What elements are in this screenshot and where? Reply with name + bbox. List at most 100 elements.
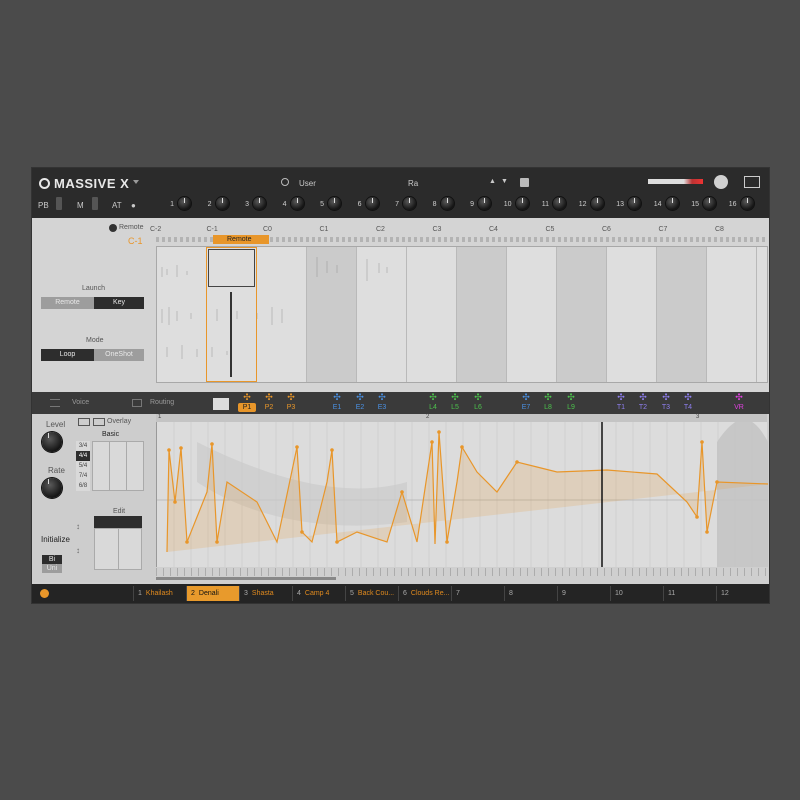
mod-drag-icon[interactable]: ✣ — [238, 393, 256, 402]
key-zone-grid[interactable] — [156, 246, 768, 383]
mod-slot-l5[interactable]: ✣ L5 — [446, 393, 464, 412]
remote-power-icon[interactable] — [109, 224, 117, 232]
macro-knob-3[interactable] — [253, 197, 266, 210]
mod-drag-icon[interactable]: ✣ — [634, 393, 652, 402]
snapshot-slot-1[interactable]: 1 Khailash — [133, 586, 186, 601]
snapshot-slot-6[interactable]: 6 Clouds Re... — [398, 586, 451, 601]
bipolar-button[interactable]: Bi — [42, 555, 62, 564]
search-icon[interactable] — [281, 178, 289, 186]
mod-slot-l8[interactable]: ✣ L8 — [539, 393, 557, 412]
mod-slot-l6[interactable]: ✣ L6 — [469, 393, 487, 412]
time-signature-4-4[interactable]: 4/4 — [76, 451, 90, 461]
mod-drag-icon[interactable]: ✣ — [282, 393, 300, 402]
mod-slot-t2[interactable]: ✣ T2 — [634, 393, 652, 412]
snapshot-slot-8[interactable]: 8 — [504, 586, 557, 601]
tab-routing[interactable]: Routing — [150, 399, 174, 406]
performer-graph[interactable] — [156, 419, 769, 567]
snapshot-slot-4[interactable]: 4 Camp 4 — [292, 586, 345, 601]
mod-slot-p1[interactable]: ✣ P1 — [238, 393, 256, 412]
note-value-grid[interactable] — [92, 441, 144, 491]
mod-drag-icon[interactable]: ✣ — [469, 393, 487, 402]
mod-drag-icon[interactable]: ✣ — [612, 393, 630, 402]
macro-knob-8[interactable] — [440, 197, 454, 210]
list-view-icon[interactable] — [93, 418, 105, 426]
snapshot-slot-7[interactable]: 7 — [451, 586, 504, 601]
mod-drag-icon[interactable]: ✣ — [679, 393, 697, 402]
mod-slot-p2[interactable]: ✣ P2 — [260, 393, 278, 412]
zone-cell-selected[interactable] — [208, 249, 255, 287]
level-knob[interactable] — [42, 432, 62, 452]
mod-slot-e3[interactable]: ✣ E3 — [373, 393, 391, 412]
mod-slot-e7[interactable]: ✣ E7 — [517, 393, 535, 412]
macro-knob-13[interactable] — [628, 197, 641, 210]
mod-slot-e2[interactable]: ✣ E2 — [351, 393, 369, 412]
snapshot-logo-icon[interactable] — [40, 589, 49, 598]
menu-chevron-down-icon[interactable] — [133, 180, 139, 184]
snapshot-slot-10[interactable]: 10 — [610, 586, 663, 601]
pitchbend-wheel[interactable] — [56, 197, 62, 210]
time-signature-3-4[interactable]: 3/4 — [76, 441, 90, 451]
graph-scrollbar[interactable] — [156, 577, 336, 580]
mod-drag-icon[interactable]: ✣ — [328, 393, 346, 402]
mod-drag-icon[interactable]: ✣ — [351, 393, 369, 402]
preset-name[interactable]: Ra — [408, 179, 418, 188]
macro-knob-11[interactable] — [553, 197, 566, 210]
macro-knob-16[interactable] — [740, 197, 754, 210]
mod-slot-t3[interactable]: ✣ T3 — [657, 393, 675, 412]
time-signature-5-4[interactable]: 5/4 — [76, 461, 90, 471]
time-signature-7-4[interactable]: 7/4 — [76, 471, 90, 481]
snapshot-slot-3[interactable]: 3 Shasta — [239, 586, 292, 601]
macro-knob-7[interactable] — [403, 197, 416, 210]
macro-knob-15[interactable] — [703, 197, 716, 210]
launch-key-button[interactable]: Key — [94, 297, 144, 309]
mod-slot-t4[interactable]: ✣ T4 — [679, 393, 697, 412]
launch-remote-button[interactable]: Remote — [41, 297, 94, 309]
view-toggle-icon[interactable] — [744, 176, 760, 188]
snapshot-slot-5[interactable]: 5 Back Cou... — [345, 586, 398, 601]
ni-logo-icon[interactable] — [714, 175, 728, 189]
app-logo[interactable]: MASSIVE X — [39, 176, 129, 191]
mod-drag-icon[interactable]: ✣ — [562, 393, 580, 402]
overlay-toggle[interactable]: Overlay — [107, 418, 131, 425]
mod-drag-icon[interactable]: ✣ — [446, 393, 464, 402]
snapshot-slot-2[interactable]: 2 Denali — [186, 586, 239, 601]
mod-slot-t1[interactable]: ✣ T1 — [612, 393, 630, 412]
edit-tool-grid[interactable] — [94, 528, 142, 570]
mod-slot-vr[interactable]: ✣ VR — [730, 393, 748, 412]
mod-slot-e1[interactable]: ✣ E1 — [328, 393, 346, 412]
modwheel-slider[interactable] — [92, 197, 98, 210]
unipolar-button[interactable]: Uni — [42, 564, 62, 573]
preset-next-icon[interactable]: ▼ — [501, 178, 508, 185]
mod-drag-icon[interactable]: ✣ — [424, 393, 442, 402]
lfo-curve-canvas[interactable] — [156, 419, 769, 567]
snapshot-slot-11[interactable]: 11 — [663, 586, 716, 601]
mod-slot-l4[interactable]: ✣ L4 — [424, 393, 442, 412]
mode-loop-button[interactable]: Loop — [41, 349, 94, 361]
macro-knob-10[interactable] — [515, 197, 529, 210]
bank-label[interactable]: User — [299, 179, 316, 188]
preset-prev-icon[interactable]: ▲ — [489, 178, 496, 185]
macro-knob-9[interactable] — [478, 197, 491, 210]
mod-slot-p3[interactable]: ✣ P3 — [282, 393, 300, 412]
snapshot-slot-9[interactable]: 9 — [557, 586, 610, 601]
macro-knob-1[interactable] — [178, 197, 191, 210]
macro-knob-4[interactable] — [290, 197, 304, 210]
mod-drag-icon[interactable]: ✣ — [657, 393, 675, 402]
mod-drag-icon[interactable]: ✣ — [373, 393, 391, 402]
stretch-up-icon[interactable]: ↕ — [76, 522, 80, 531]
mod-slot-l9[interactable]: ✣ L9 — [562, 393, 580, 412]
remote-toggle-label[interactable]: Remote — [119, 224, 144, 231]
edit-select-tool[interactable] — [94, 516, 142, 528]
macro-knob-5[interactable] — [328, 197, 341, 210]
stretch-down-icon[interactable]: ↕ — [76, 546, 80, 555]
sequencer-ruler[interactable]: 1 2 3 — [156, 414, 767, 422]
remote-zone-tag[interactable]: Remote — [213, 235, 269, 244]
root-note[interactable]: C-1 — [128, 236, 143, 246]
mod-drag-icon[interactable]: ✣ — [539, 393, 557, 402]
performer-grid-icon[interactable] — [213, 398, 229, 410]
bar-view-icon[interactable] — [78, 418, 90, 426]
mod-drag-icon[interactable]: ✣ — [517, 393, 535, 402]
time-signature-6-8[interactable]: 6/8 — [76, 481, 90, 491]
mod-drag-icon[interactable]: ✣ — [260, 393, 278, 402]
macro-knob-2[interactable] — [215, 197, 229, 210]
